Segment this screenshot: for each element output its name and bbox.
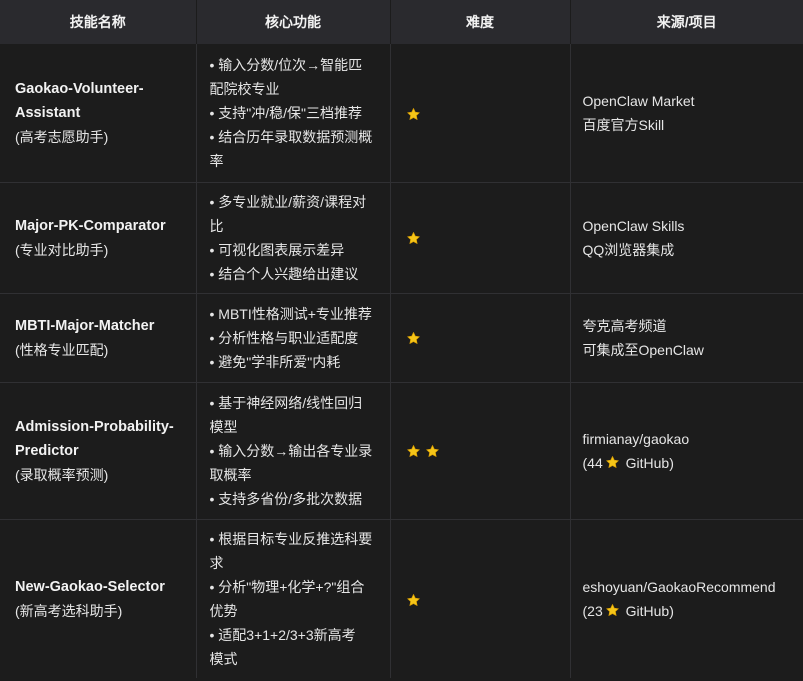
skill-chinese-name: (性格专业匹配) — [15, 341, 109, 358]
star-icon — [605, 603, 619, 616]
table-row: Gaokao-Volunteer- Assistant (高考志愿助手) • 输入分数… — [0, 44, 803, 182]
difficulty-cell — [390, 381, 571, 519]
source-cell: OpenClaw Market 百度官方Skill — [570, 44, 803, 182]
function-item: • 基于神经网络/线性回归 模型 — [209, 394, 363, 435]
star-icon — [425, 445, 439, 458]
source-line: QQ浏览器集成 — [582, 241, 675, 258]
source-cell: OpenClaw Skills QQ浏览器集成 — [570, 181, 803, 293]
function-item: • 分析"物理+化学+?"组合 优势 — [209, 578, 365, 619]
difficulty-cell — [390, 44, 571, 182]
function-item: • 可视化图表展示差异 — [209, 241, 345, 258]
github-star-count: (23 — [582, 602, 603, 619]
star-icon — [406, 332, 420, 345]
star-icon — [605, 455, 619, 468]
github-label: GitHub) — [621, 454, 674, 471]
header-core-function: 核心功能 — [196, 0, 391, 44]
github-stars-line: (23 GitHub) — [583, 599, 796, 623]
source-line: OpenClaw Market — [582, 92, 695, 109]
source-line: eshoyuan/GaokaoRecommend — [582, 578, 776, 595]
function-item: • MBTI性格测试+专业推荐 — [209, 305, 372, 322]
function-item: • 结合个人兴趣给出建议 — [209, 265, 359, 282]
skill-name: Admission-Probability- Predictor — [15, 418, 174, 459]
source-line: 夸克高考频道 — [582, 317, 667, 334]
skill-name: Gaokao-Volunteer- Assistant — [15, 80, 144, 121]
function-item: • 支持多省份/多批次数据 — [209, 490, 363, 507]
skill-chinese-name: (高考志愿助手) — [15, 128, 109, 145]
github-star-count: (44 — [582, 454, 603, 471]
core-function-cell: • 根据目标专业反推选科要求 • 分析"物理+化学+?"组合 优势 • 适配3+1+2… — [196, 518, 391, 678]
skills-table-container: 技能名称 核心功能 难度 来源/项目 Gaokao-Volunteer- Assi… — [0, 0, 803, 681]
star-icon — [406, 107, 420, 120]
source-cell: eshoyuan/GaokaoRecommend (23 GitHub) — [570, 518, 803, 678]
source-line: OpenClaw Skills — [582, 217, 685, 234]
skill-chinese-name: (新高考选科助手) — [15, 602, 123, 619]
core-function-cell: • 基于神经网络/线性回归 模型 • 输入分数→输出各专业录 取概率 • 支持多省份/多… — [196, 381, 391, 519]
core-function-cell: • 输入分数/位次→智能匹 配院校专业 • 支持"冲/稳/保"三档推荐 • 结合历年录… — [196, 44, 391, 182]
star-icon — [406, 445, 420, 458]
table-row: Major-PK-Comparator (专业对比助手) • 多专业就业/薪资/课程… — [0, 181, 803, 293]
skill-name: MBTI-Major-Matcher — [15, 317, 155, 334]
skill-name-cell: Major-PK-Comparator (专业对比助手) — [0, 181, 197, 293]
star-icon — [406, 232, 420, 245]
table-header-row: 技能名称 核心功能 难度 来源/项目 — [0, 0, 803, 44]
function-item: • 适配3+1+2/3+3新高考 模式 — [209, 626, 356, 667]
function-item: • 多专业就业/薪资/课程对比 — [209, 193, 367, 234]
difficulty-cell — [390, 181, 571, 293]
table-row: Admission-Probability- Predictor (录取概率预测) •… — [0, 381, 803, 519]
core-function-cell: • 多专业就业/薪资/课程对比 • 可视化图表展示差异 • 结合个人兴趣给出建议 — [196, 181, 391, 293]
skill-name-cell: MBTI-Major-Matcher (性格专业匹配) — [0, 292, 197, 382]
header-source: 来源/项目 — [570, 0, 803, 44]
skill-name-cell: Gaokao-Volunteer- Assistant (高考志愿助手) — [0, 44, 197, 182]
skill-name: Major-PK-Comparator — [15, 217, 166, 234]
function-item: • 输入分数/位次→智能匹 配院校专业 — [209, 56, 363, 97]
function-item: • 分析性格与职业适配度 — [209, 329, 359, 346]
header-difficulty: 难度 — [390, 0, 571, 44]
skills-table: 技能名称 核心功能 难度 来源/项目 Gaokao-Volunteer- Assi… — [0, 0, 803, 678]
source-line: 可集成至OpenClaw — [582, 341, 704, 358]
function-item: • 输入分数→输出各专业录 取概率 — [209, 442, 373, 483]
source-line: firmianay/gaokao — [582, 430, 690, 447]
skill-name: New-Gaokao-Selector — [15, 578, 165, 595]
core-function-cell: • MBTI性格测试+专业推荐 • 分析性格与职业适配度 • 避免"学非所爱"内耗 — [196, 292, 391, 382]
github-stars-line: (44 GitHub) — [583, 451, 796, 475]
source-cell: firmianay/gaokao (44 GitHub) — [570, 381, 803, 519]
function-item: • 避免"学非所爱"内耗 — [209, 353, 341, 370]
skill-name-cell: New-Gaokao-Selector (新高考选科助手) — [0, 518, 197, 678]
skill-chinese-name: (录取概率预测) — [15, 466, 109, 483]
github-label: GitHub) — [621, 602, 674, 619]
source-cell: 夸克高考频道可集成至OpenClaw — [570, 292, 803, 382]
function-item: • 结合历年录取数据预测概率 — [209, 128, 373, 169]
skill-name-cell: Admission-Probability- Predictor (录取概率预测) — [0, 381, 197, 519]
difficulty-cell — [390, 292, 571, 382]
star-icon — [406, 593, 420, 606]
function-item: • 支持"冲/稳/保"三档推荐 — [209, 104, 363, 121]
function-item: • 根据目标专业反推选科要求 — [209, 530, 373, 571]
header-skill-name: 技能名称 — [0, 0, 197, 44]
table-row: New-Gaokao-Selector (新高考选科助手) • 根据目标专业反推选科… — [0, 518, 803, 678]
source-line: 百度官方Skill — [582, 116, 665, 133]
difficulty-cell — [390, 518, 571, 678]
table-row: MBTI-Major-Matcher (性格专业匹配) • MBTI性格测试+专业推… — [0, 292, 803, 382]
skill-chinese-name: (专业对比助手) — [15, 241, 109, 258]
